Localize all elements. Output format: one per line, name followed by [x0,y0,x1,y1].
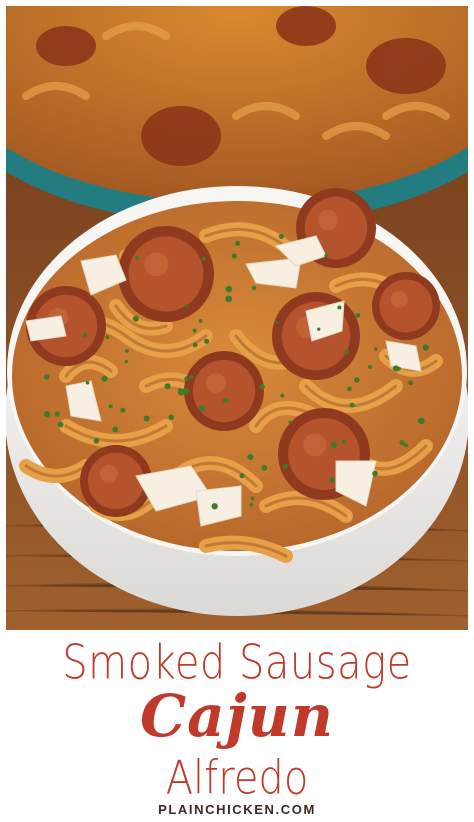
parsley-fleck [192,328,197,333]
parsley-fleck [85,380,90,385]
parsley-fleck [349,402,355,408]
parsley-fleck [280,393,285,398]
parsley-fleck [120,407,126,413]
parsley-fleck [288,420,292,424]
parsley-fleck [189,375,194,380]
parsley-fleck [201,256,207,261]
recipe-poster: Smoked Sausage Cajun Alfredo PLAINCHICKE… [0,0,474,822]
sausage-highlight [390,290,408,308]
parsley-fleck [278,233,285,240]
food-photo [6,6,468,630]
parsley-fleck [399,439,405,446]
parsley-fleck [231,253,237,259]
parsley-fleck [43,410,51,418]
title-line-cajun: Cajun [139,682,335,750]
parsley-fleck [198,318,203,323]
parsley-fleck [43,374,50,380]
site-watermark: PLAINCHICKEN.COM [158,802,316,817]
parsley-fleck [101,375,108,382]
parsley-fleck [239,473,245,479]
parsley-fleck [222,397,229,403]
parsley-fleck [374,347,378,351]
parsley-fleck [259,384,265,390]
parmesan-shaving [25,315,67,342]
parsley-fleck [337,305,342,310]
parsley-fleck [422,344,429,351]
sausage-center [87,452,145,510]
parsley-fleck [143,415,150,422]
sausage-highlight [318,210,338,230]
parsley-fleck [132,315,139,322]
parsley-fleck [250,496,255,501]
parsley-fleck [225,285,233,293]
sausage-highlight [303,433,327,457]
parsley-fleck [54,411,60,417]
parsley-fleck [347,386,352,392]
parsley-fleck [249,503,254,507]
parsley-fleck [225,295,233,303]
parsley-fleck [324,253,329,258]
sausage-center [192,359,256,423]
parsley-fleck [403,443,408,448]
parsley-fleck [185,303,189,308]
parsley-fleck [125,349,129,353]
parsley-fleck [57,421,64,428]
sausage-highlight [144,252,169,277]
parsley-fleck [341,439,347,444]
parmesan-shaving [385,340,422,372]
parsley-fleck [184,376,189,382]
parsley-fleck [204,338,210,344]
parsley-fleck [247,453,254,461]
parsley-fleck [251,285,257,291]
sausage-center [128,236,204,312]
parsley-fleck [164,383,171,390]
parsley-fleck [355,312,361,318]
sausage-center [379,279,433,333]
pasta-bowl-illustration [6,6,468,630]
parsley-fleck [330,441,338,449]
parsley-fleck [192,342,198,348]
parsley-fleck [82,332,88,338]
parsley-fleck [282,463,288,469]
parsley-fleck [105,335,110,340]
parsley-fleck [408,380,414,386]
parsley-fleck [417,417,425,425]
parsley-fleck [354,377,360,383]
parsley-fleck [108,404,113,409]
sausage-highlight [99,464,118,483]
parsley-fleck [93,438,100,444]
parsley-fleck [317,327,321,331]
parsley-fleck [261,465,268,471]
parsley-fleck [344,349,349,355]
parsley-fleck [112,426,119,433]
parsley-fleck [275,320,279,324]
parsley-fleck [182,387,190,395]
parsley-fleck [211,503,218,510]
parsley-fleck [198,405,205,412]
recipe-title-block: Smoked Sausage Cajun Alfredo PLAINCHICKE… [0,630,474,822]
parsley-fleck [367,364,372,369]
parsley-fleck [168,414,175,421]
parsley-fleck [124,359,129,364]
sausage-highlight [206,373,226,393]
title-line-alfredo: Alfredo [165,752,309,805]
parsley-fleck [397,366,401,371]
parsley-fleck [235,240,241,246]
parsley-fleck [372,470,378,477]
parsley-fleck [135,255,140,260]
parsley-fleck [329,477,335,483]
